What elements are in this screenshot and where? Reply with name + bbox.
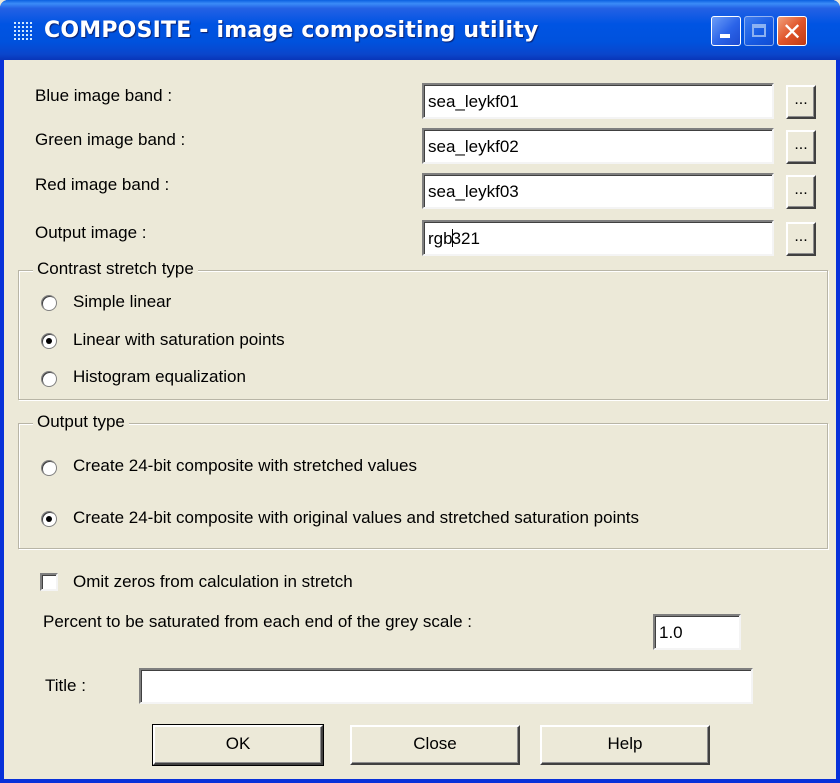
contrast-stretch-title: Contrast stretch type — [33, 259, 198, 279]
output-image-label: Output image : — [35, 223, 147, 242]
maximize-button[interactable] — [744, 16, 774, 46]
window-title: COMPOSITE - image compositing utility — [44, 18, 539, 43]
output-image-text-start: rgb — [428, 229, 453, 248]
blue-band-label: Blue image band : — [35, 86, 173, 105]
red-band-label: Red image band : — [35, 175, 170, 194]
radio-histogram-equalization[interactable] — [41, 371, 57, 387]
title-bar[interactable]: COMPOSITE - image compositing utility ✕ — [0, 0, 840, 60]
omit-zeros-checkbox[interactable] — [40, 573, 58, 591]
maximize-icon — [752, 24, 766, 37]
minimize-button[interactable] — [711, 16, 741, 46]
output-image-text-end: 321 — [451, 229, 480, 248]
histogram-equalization-label: Histogram equalization — [73, 367, 246, 386]
title-label: Title : — [45, 676, 86, 695]
radio-original-values[interactable] — [41, 511, 57, 527]
output-image-input[interactable]: rgb321 — [422, 220, 774, 256]
output-type-title: Output type — [33, 412, 129, 432]
minimize-icon — [720, 34, 730, 38]
output-type-group: Output type — [18, 412, 828, 549]
app-icon — [14, 22, 32, 40]
original-values-label: Create 24-bit composite with original va… — [73, 508, 640, 527]
red-band-input[interactable]: sea_leykf03 — [422, 173, 774, 209]
green-band-label: Green image band : — [35, 130, 186, 149]
green-band-browse-button[interactable]: ... — [786, 130, 816, 164]
percent-saturation-label: Percent to be saturated from each end of… — [43, 612, 473, 631]
green-band-input[interactable]: sea_leykf02 — [422, 128, 774, 164]
composite-dialog: COMPOSITE - image compositing utility ✕ … — [0, 0, 840, 783]
output-image-browse-button[interactable]: ... — [786, 222, 816, 256]
close-window-button[interactable]: ✕ — [777, 16, 807, 46]
radio-linear-saturation[interactable] — [41, 333, 57, 349]
simple-linear-label: Simple linear — [73, 292, 172, 311]
radio-simple-linear[interactable] — [41, 295, 57, 311]
help-button[interactable]: Help — [540, 725, 710, 765]
linear-saturation-label: Linear with saturation points — [73, 330, 285, 349]
blue-band-input[interactable]: sea_leykf01 — [422, 83, 774, 119]
radio-stretched-values[interactable] — [41, 460, 57, 476]
percent-saturation-input[interactable]: 1.0 — [653, 614, 741, 650]
close-button[interactable]: Close — [350, 725, 520, 765]
title-input[interactable] — [139, 668, 753, 704]
red-band-browse-button[interactable]: ... — [786, 175, 816, 209]
blue-band-browse-button[interactable]: ... — [786, 85, 816, 119]
omit-zeros-label: Omit zeros from calculation in stretch — [73, 572, 353, 591]
ok-button[interactable]: OK — [152, 724, 324, 766]
stretched-values-label: Create 24-bit composite with stretched v… — [73, 456, 417, 475]
close-icon: ✕ — [781, 18, 803, 46]
